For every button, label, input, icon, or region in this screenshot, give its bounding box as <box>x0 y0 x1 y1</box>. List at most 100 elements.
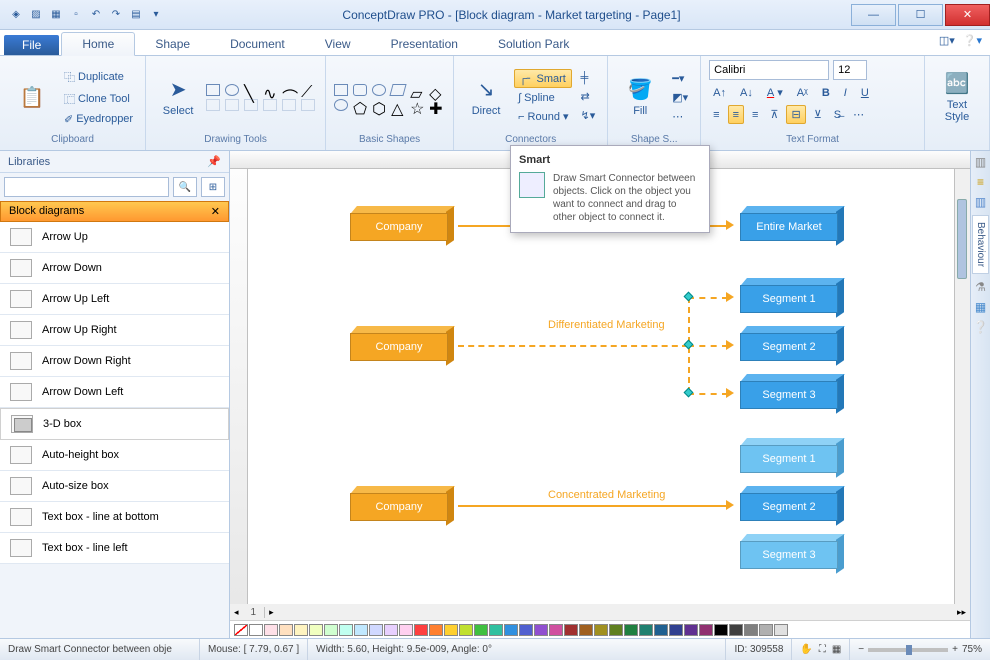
color-swatch[interactable] <box>504 624 518 636</box>
color-swatch[interactable] <box>399 624 413 636</box>
color-swatch[interactable] <box>309 624 323 636</box>
basic-shapes-grid[interactable]: ▱◇ ⬠⬡△☆✚ <box>334 84 445 111</box>
library-item[interactable]: Arrow Down Left <box>0 377 229 408</box>
color-swatch[interactable] <box>339 624 353 636</box>
library-item[interactable]: Text box - line at bottom <box>0 502 229 533</box>
connector-modify-3[interactable]: ↯▾ <box>576 107 599 124</box>
page-tab[interactable]: 1 <box>243 607 266 618</box>
color-swatch[interactable] <box>714 624 728 636</box>
zoom-in-button[interactable]: + <box>952 644 958 655</box>
connector-diff-b3[interactable] <box>688 393 728 395</box>
search-icon[interactable]: 🔍 <box>173 177 197 197</box>
color-swatch[interactable] <box>639 624 653 636</box>
library-item[interactable]: Auto-height box <box>0 440 229 471</box>
smart-connector-button[interactable]: ┌╴Smart <box>514 69 572 88</box>
tab-presentation[interactable]: Presentation <box>371 33 478 55</box>
connector-diff-main[interactable] <box>458 345 688 347</box>
sidebar-icon-2[interactable]: ≡ <box>977 175 984 189</box>
no-color-swatch[interactable] <box>234 624 248 636</box>
block-segment[interactable]: Segment 3 <box>738 537 838 569</box>
library-item[interactable]: Text box - line left <box>0 533 229 564</box>
font-color-button[interactable]: A▾ <box>763 84 787 101</box>
connector-conc[interactable] <box>458 505 728 507</box>
tab-view[interactable]: View <box>305 33 371 55</box>
color-swatch[interactable] <box>474 624 488 636</box>
layout-icon[interactable]: ▦ <box>832 644 841 655</box>
canvas[interactable]: Company Entire Market Company Differenti… <box>248 169 954 604</box>
round-connector-button[interactable]: ⌐Round▾ <box>514 108 572 125</box>
direct-connector-button[interactable]: ↘Direct <box>462 67 510 127</box>
connector-modify-1[interactable]: ╪ <box>576 70 599 86</box>
vertical-scrollbar[interactable] <box>954 169 970 604</box>
color-swatch[interactable] <box>729 624 743 636</box>
color-swatch[interactable] <box>774 624 788 636</box>
qat-redo-icon[interactable]: ↷ <box>108 7 124 23</box>
horizontal-scrollbar[interactable]: ◂ 1 ▸ ▸▸ <box>230 604 970 620</box>
color-swatch[interactable] <box>519 624 533 636</box>
tab-file[interactable]: File <box>4 35 59 55</box>
library-search-input[interactable] <box>4 177 169 197</box>
increase-font-button[interactable]: A↑ <box>709 84 730 101</box>
close-icon[interactable]: ✕ <box>211 205 220 218</box>
library-item-3d-box[interactable]: 3-D box <box>0 408 229 440</box>
qat-more-icon[interactable]: ▾ <box>148 7 164 23</box>
block-segment[interactable]: Segment 1 <box>738 441 838 473</box>
library-item[interactable]: Arrow Down Right <box>0 346 229 377</box>
line-style-button[interactable]: ━▾ <box>668 70 692 87</box>
color-swatch[interactable] <box>414 624 428 636</box>
behaviour-tab[interactable]: Behaviour <box>972 215 989 274</box>
block-segment[interactable]: Segment 2 <box>738 489 838 521</box>
tab-solution-park[interactable]: Solution Park <box>478 33 589 55</box>
connector-diff-b2[interactable] <box>688 345 728 347</box>
sidebar-icon-5[interactable]: ▦ <box>975 300 986 314</box>
text-style-button[interactable]: 🔤Text Style <box>933 67 981 127</box>
clone-tool-button[interactable]: ⿸Clone Tool <box>60 89 137 109</box>
hand-icon[interactable]: ✋ <box>800 644 812 655</box>
sidebar-icon-4[interactable]: ⚗ <box>975 280 986 294</box>
valign-mid-button[interactable]: ⊟ <box>786 105 805 124</box>
color-swatch[interactable] <box>579 624 593 636</box>
pin-icon[interactable]: 📌 <box>207 155 221 168</box>
block-company-1[interactable]: Company <box>348 209 448 241</box>
block-company-3[interactable]: Company <box>348 489 448 521</box>
fill-button[interactable]: 🪣Fill <box>616 67 664 127</box>
color-swatch[interactable] <box>654 624 668 636</box>
block-segment[interactable]: Segment 1 <box>738 281 838 313</box>
connector-modify-2[interactable]: ⇄ <box>576 88 599 105</box>
color-swatch[interactable] <box>459 624 473 636</box>
color-swatch[interactable] <box>354 624 368 636</box>
underline-button[interactable]: U <box>857 84 873 101</box>
sidebar-icon-3[interactable]: ▥ <box>975 195 986 209</box>
strike-button[interactable]: S̶ <box>830 105 845 124</box>
help-icon[interactable]: ❔▾ <box>963 34 982 47</box>
color-swatch[interactable] <box>534 624 548 636</box>
qat-undo-icon[interactable]: ↶ <box>88 7 104 23</box>
valign-bot-button[interactable]: ⊻ <box>810 105 826 124</box>
scroll-right-icon[interactable]: ▸ <box>265 607 278 618</box>
color-swatch[interactable] <box>624 624 638 636</box>
color-swatch[interactable] <box>369 624 383 636</box>
connector-node[interactable] <box>684 388 694 398</box>
qat-save-icon[interactable]: ▫ <box>68 7 84 23</box>
spline-connector-button[interactable]: ∫Spline <box>514 90 572 106</box>
valign-top-button[interactable]: ⊼ <box>766 105 782 124</box>
decrease-font-button[interactable]: A↓ <box>736 84 757 101</box>
color-swatch[interactable] <box>549 624 563 636</box>
clear-format-button[interactable]: Aᵡ <box>793 84 812 101</box>
library-item[interactable]: Arrow Up Right <box>0 315 229 346</box>
library-item[interactable]: Arrow Down <box>0 253 229 284</box>
library-view-button[interactable]: ⊞ <box>201 177 225 197</box>
app-icon[interactable]: ◈ <box>8 7 24 23</box>
qat-new-icon[interactable]: ▨ <box>28 7 44 23</box>
color-swatch[interactable] <box>744 624 758 636</box>
zoom-out-button[interactable]: − <box>858 644 864 655</box>
tab-home[interactable]: Home <box>61 32 135 56</box>
color-swatch[interactable] <box>249 624 263 636</box>
color-swatch[interactable] <box>279 624 293 636</box>
maximize-button[interactable]: ☐ <box>898 4 943 26</box>
more-text-button[interactable]: ⋯ <box>849 105 868 124</box>
color-swatch[interactable] <box>699 624 713 636</box>
color-swatch[interactable] <box>759 624 773 636</box>
font-size-select[interactable] <box>833 60 867 80</box>
duplicate-button[interactable]: ⿻Duplicate <box>60 67 137 87</box>
